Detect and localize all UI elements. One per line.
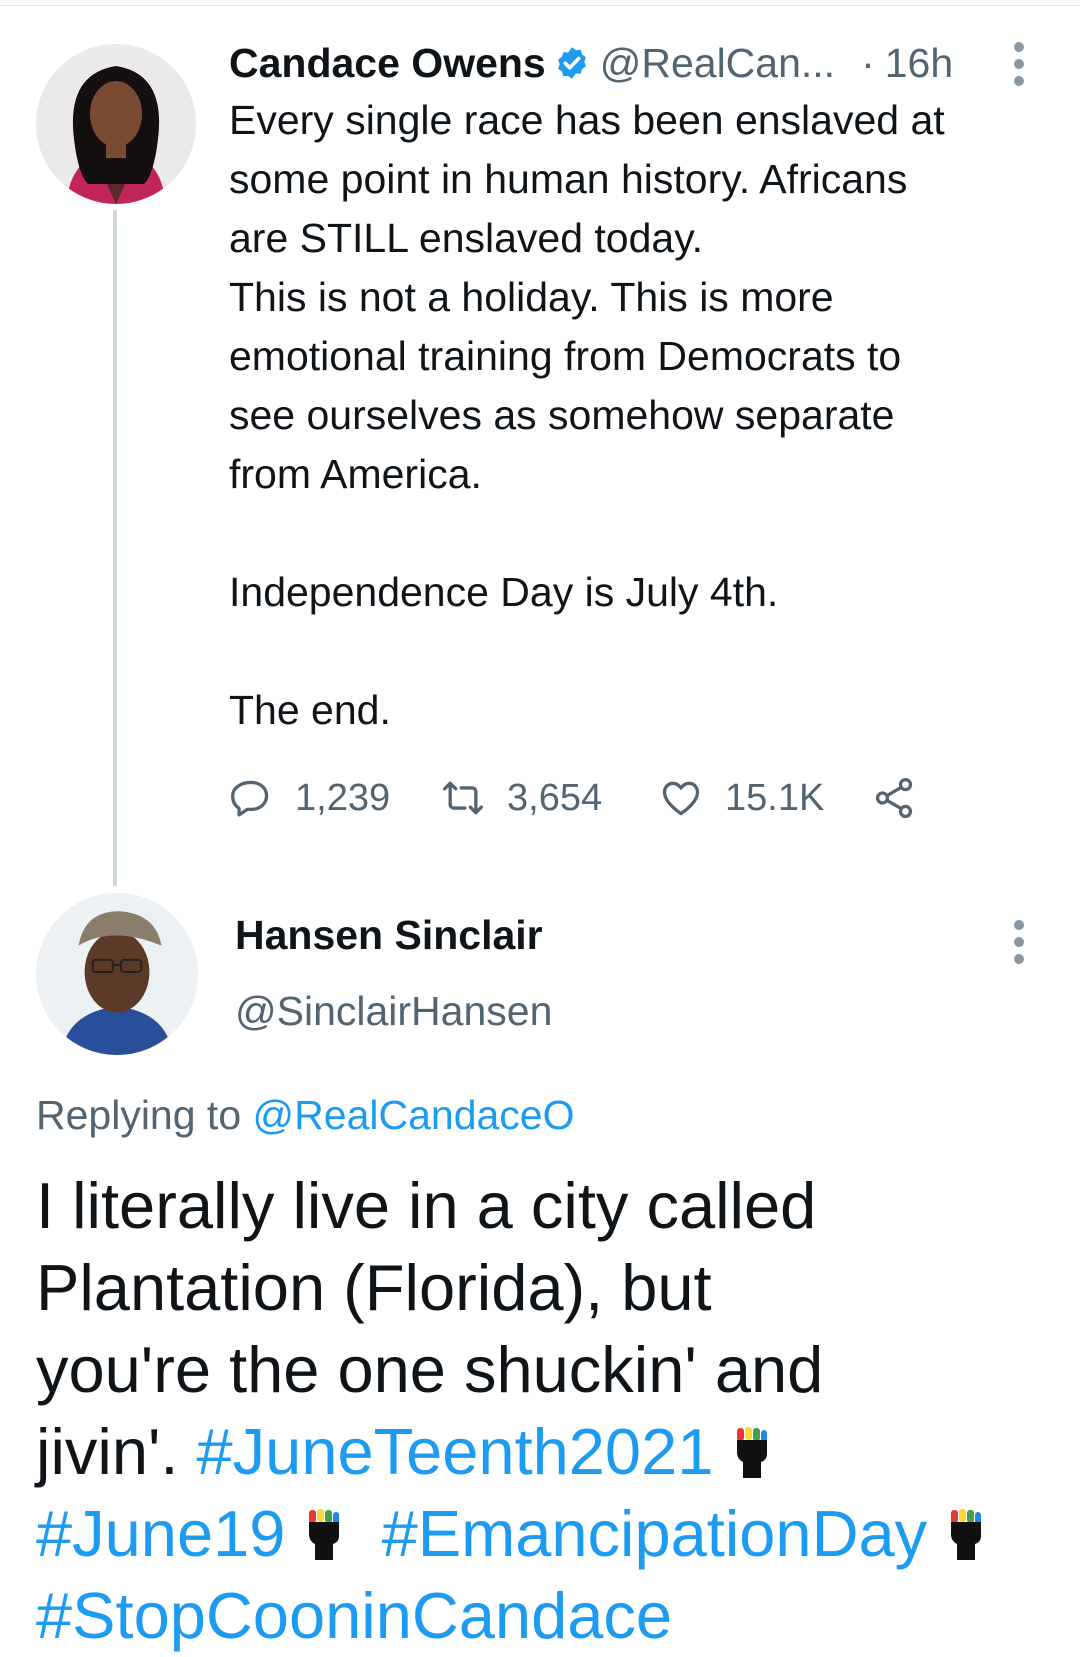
reply-author-name[interactable]: Hansen Sinclair [235, 912, 543, 959]
share-button[interactable] [871, 775, 917, 821]
hashtag-link[interactable]: #EmancipationDay [382, 1497, 928, 1570]
retweet-count: 3,654 [507, 776, 603, 819]
reply-icon [229, 776, 273, 820]
top-divider [0, 5, 1080, 6]
hashtag-link[interactable]: #June19 [36, 1497, 285, 1570]
replying-to-mention[interactable]: @RealCandaceO [253, 1092, 575, 1138]
raised-fist-emoji-icon [303, 1508, 345, 1562]
tweet-actions: 1,239 3,654 15.1K [229, 770, 917, 826]
retweet-icon [441, 776, 485, 820]
tweet-text-line: are STILL enslaved today. [229, 215, 704, 261]
reply-author-handle[interactable]: @SinclairHansen [235, 988, 552, 1035]
share-icon [871, 775, 917, 821]
reply-text-line: Plantation (Florida), but [36, 1251, 712, 1324]
tweet-header: Candace Owens @RealCan... · 16h [229, 38, 953, 88]
tweet-text-line: The end. [229, 687, 391, 733]
reply-text-line: I literally live in a city called [36, 1169, 817, 1242]
reply-more-options-icon[interactable] [1014, 920, 1026, 971]
verified-badge-icon [554, 45, 590, 81]
reply-text-segment: jivin'. [36, 1415, 179, 1488]
replying-to-line: Replying to @RealCandaceO [36, 1092, 575, 1139]
retweet-button[interactable]: 3,654 [441, 776, 659, 820]
reply-count: 1,239 [295, 776, 391, 819]
author-name[interactable]: Candace Owens [229, 40, 546, 87]
tweet-text-line: from America. [229, 451, 482, 497]
tweet-text-line: This is not a holiday. This is more [229, 274, 834, 320]
hashtag-link[interactable]: #StopCooninCandace [36, 1579, 672, 1652]
author-avatar[interactable] [36, 44, 196, 204]
hashtag-link[interactable]: #JuneTeenth2021 [197, 1415, 714, 1488]
replying-to-label: Replying to [36, 1092, 242, 1138]
thread-connector-line [113, 210, 117, 886]
reply-button[interactable]: 1,239 [229, 776, 441, 820]
tweet-timestamp[interactable]: 16h [885, 40, 953, 87]
reply-text-line: #StopCooninCandace [36, 1575, 1076, 1657]
author-handle[interactable]: @RealCan... [600, 40, 835, 87]
separator-dot: · [861, 39, 875, 86]
tweet-text-line: Independence Day is July 4th. [229, 569, 779, 615]
tweet-text: Every single race has been enslaved at s… [229, 91, 1059, 740]
reply-text-line: jivin'. #JuneTeenth2021 [36, 1411, 1076, 1493]
raised-fist-emoji-icon [731, 1426, 773, 1480]
tweet-text-line: some point in human history. Africans [229, 156, 908, 202]
like-button[interactable]: 15.1K [659, 776, 871, 820]
heart-icon [659, 776, 703, 820]
reply-text-line: you're the one shuckin' and [36, 1333, 824, 1406]
raised-fist-emoji-icon [945, 1508, 987, 1562]
tweet-text-line: see ourselves as somehow separate [229, 392, 895, 438]
tweet-text-line: Every single race has been enslaved at [229, 97, 945, 143]
more-options-icon[interactable] [1014, 42, 1026, 93]
reply-text: I literally live in a city called Planta… [36, 1165, 1076, 1657]
like-count: 15.1K [725, 776, 825, 819]
reply-text-line: #June19 #EmancipationDay [36, 1493, 1076, 1575]
reply-author-avatar[interactable] [36, 893, 198, 1055]
tweet-text-line: emotional training from Democrats to [229, 333, 902, 379]
